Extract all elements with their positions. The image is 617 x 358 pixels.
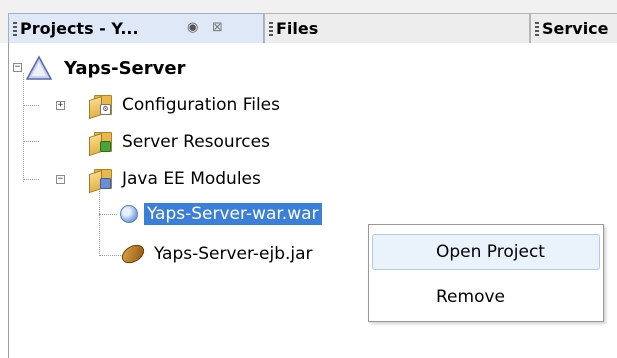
globe-icon	[120, 205, 138, 223]
menu-item-open-project[interactable]: Open Project	[372, 234, 600, 270]
tree-node-label: Yaps-Server	[64, 57, 186, 79]
tree-node-server-resources[interactable]: Server Resources	[89, 127, 273, 157]
minimize-icon[interactable]: ◉	[187, 20, 198, 35]
tree-connector	[23, 105, 39, 106]
tree-node-label: Yaps-Server-war.war	[144, 203, 322, 225]
collapse-toggle-icon[interactable]: −	[56, 175, 65, 184]
tree-node-label: Java EE Modules	[122, 169, 261, 189]
resources-folder-icon	[89, 132, 112, 157]
tree-node-label: Configuration Files	[122, 95, 280, 115]
bean-icon	[118, 241, 148, 267]
close-icon[interactable]: ⊠	[212, 20, 223, 35]
tab-files[interactable]: Files	[264, 13, 530, 43]
tree-connector	[23, 73, 24, 182]
tree-node-yaps-server[interactable]: Yaps-Server	[25, 53, 188, 83]
expand-toggle-icon[interactable]: +	[56, 101, 65, 110]
tree-node-label: Yaps-Server-ejb.jar	[154, 244, 313, 264]
tab-projects[interactable]: Projects - Y... ◉ ⊠	[8, 13, 264, 43]
tab-services-label: Service	[542, 19, 609, 38]
context-menu: Open Project Remove	[368, 224, 604, 322]
tree-node-ejb-module[interactable]: Yaps-Server-ejb.jar	[118, 239, 316, 269]
modules-folder-icon	[89, 169, 112, 194]
tree-connector	[23, 179, 39, 180]
tab-files-label: Files	[276, 19, 319, 38]
drag-grip-icon[interactable]	[535, 21, 539, 36]
tree-node-java-ee-modules[interactable]: Java EE Modules	[89, 164, 264, 194]
tab-services[interactable]: Service	[530, 13, 617, 43]
drag-grip-icon[interactable]	[269, 21, 273, 36]
tree-connector	[99, 186, 100, 256]
tree-node-war-module[interactable]: Yaps-Server-war.war	[117, 199, 322, 229]
tree-connector	[23, 141, 39, 142]
tab-bar: Projects - Y... ◉ ⊠ Files Service	[0, 0, 617, 43]
tree-connector	[99, 214, 117, 215]
tree-node-label: Server Resources	[122, 132, 270, 152]
project-triangle-icon	[25, 55, 53, 80]
tab-projects-label: Projects - Y...	[20, 19, 139, 38]
drag-grip-icon[interactable]	[13, 21, 17, 36]
menu-item-remove[interactable]: Remove	[372, 279, 600, 315]
collapse-toggle-icon[interactable]: −	[13, 63, 22, 72]
tree-node-configuration-files[interactable]: ⚙ Configuration Files	[89, 90, 283, 120]
config-folder-icon: ⚙	[89, 95, 112, 120]
